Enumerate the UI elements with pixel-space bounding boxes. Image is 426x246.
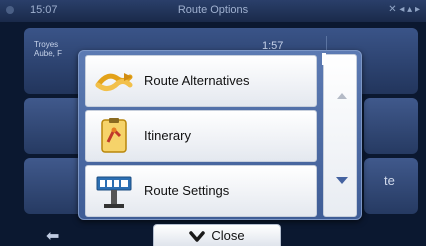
scroll-up-icon[interactable] — [337, 93, 347, 99]
background-tile — [24, 158, 84, 214]
menu-item-label: Route Alternatives — [144, 73, 250, 88]
itinerary-icon — [101, 118, 127, 153]
back-arrow-icon[interactable]: ⬅ — [46, 226, 59, 246]
scroll-down-icon[interactable] — [336, 177, 348, 184]
menu-item-label: Itinerary — [144, 128, 191, 143]
background-label: te — [384, 173, 395, 188]
menu-item-route-settings[interactable]: Route Settings — [85, 165, 317, 217]
scrollbar-thumb[interactable] — [322, 53, 326, 65]
route-settings-icon — [96, 176, 132, 208]
menu-item-label: Route Settings — [144, 183, 230, 198]
menu-item-itinerary[interactable]: Itinerary — [85, 110, 317, 162]
close-button-label: Close — [211, 228, 245, 243]
route-options-menu: Route Alternatives Itinerary Route Setti… — [78, 50, 362, 220]
status-bar: 15:07 Route Options ✕ ◂ ▴ ▸ — [0, 0, 426, 22]
background-tile — [364, 98, 418, 154]
menu-item-route-alternatives[interactable]: Route Alternatives — [85, 55, 317, 107]
screen-title: Route Options — [177, 4, 249, 16]
chevron-down-icon — [189, 230, 206, 242]
background-tile — [24, 98, 84, 154]
route-alternatives-icon — [95, 73, 133, 91]
destination-text: Troyes Aube, F — [34, 40, 63, 58]
toolbar-icons: ✕ ◂ ▴ ▸ — [388, 4, 420, 15]
scrollbar[interactable] — [323, 54, 357, 217]
close-button[interactable]: Close — [153, 224, 281, 246]
